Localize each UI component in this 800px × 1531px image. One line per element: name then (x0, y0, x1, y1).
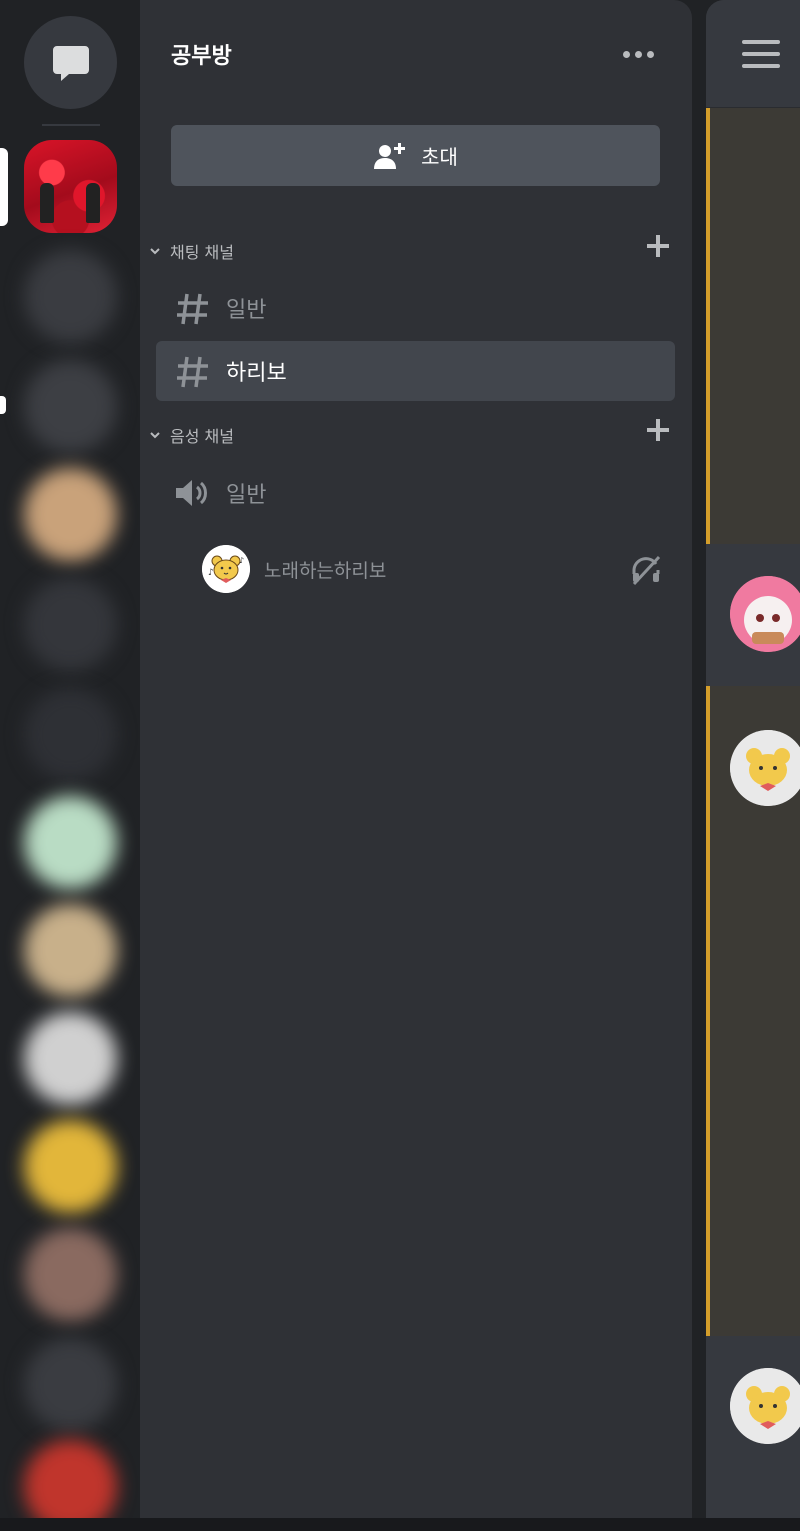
server-icon[interactable] (24, 468, 117, 561)
channel-label: 일반 (226, 483, 267, 508)
channel-item-voice[interactable]: 일반 (156, 463, 675, 523)
speaker-icon (176, 480, 207, 506)
channel-item-text[interactable]: 일반 (156, 278, 675, 338)
chat-header (706, 0, 800, 108)
user-avatar[interactable] (730, 576, 800, 652)
more-options-button[interactable] (618, 40, 658, 68)
unread-server-indicator (0, 396, 6, 414)
server-icon[interactable] (24, 688, 117, 781)
plus-icon[interactable] (644, 232, 672, 260)
bear-avatar[interactable] (730, 730, 800, 806)
category-voice-channels[interactable]: 음성 채널 (148, 420, 234, 450)
server-icon-active[interactable] (24, 140, 117, 233)
voice-user-name: 노래하는하리보 (264, 559, 387, 582)
hamburger-icon[interactable] (742, 40, 780, 70)
server-icon[interactable] (24, 1012, 117, 1105)
rail-divider (42, 124, 100, 126)
server-name[interactable]: 공부방 (171, 38, 232, 70)
plus-icon[interactable] (644, 416, 672, 444)
chevron-down-icon (150, 432, 160, 439)
bear-avatar: ♪ ♪ (202, 545, 250, 593)
server-icon[interactable] (24, 360, 117, 453)
server-icon[interactable] (24, 1228, 117, 1321)
bottom-bar (0, 1518, 800, 1531)
server-icon[interactable] (24, 578, 117, 671)
channel-panel: 공부방 초대 채팅 채널 일반 하리보 음성 채널 일반 ♪ ♪ 노래하는하리보 (140, 0, 692, 1518)
chat-area (706, 0, 800, 1531)
add-user-icon (374, 142, 406, 169)
category-label: 음성 채널 (170, 427, 234, 446)
server-icon[interactable] (24, 1338, 117, 1431)
selected-server-indicator (0, 148, 8, 226)
server-photo-figure (40, 183, 54, 223)
channel-label: 하리보 (226, 361, 287, 386)
more-options-icon (622, 50, 630, 58)
invite-label: 초대 (421, 145, 458, 169)
svg-text:♪: ♪ (239, 556, 244, 565)
category-label: 채팅 채널 (170, 243, 234, 262)
server-icon[interactable] (24, 1120, 117, 1213)
deafened-icon (632, 555, 661, 586)
channel-label: 일반 (226, 298, 267, 323)
chat-bubble-icon (52, 45, 89, 81)
server-icon[interactable] (24, 904, 117, 997)
voice-user-item[interactable]: ♪ ♪ 노래하는하리보 (202, 544, 672, 594)
bear-avatar[interactable] (730, 1368, 800, 1444)
server-rail (0, 0, 140, 1531)
chevron-down-icon (150, 248, 160, 255)
svg-text:♪: ♪ (208, 568, 214, 578)
direct-messages-button[interactable] (24, 16, 117, 109)
category-text-channels[interactable]: 채팅 채널 (148, 236, 234, 266)
server-photo-figure (86, 183, 100, 223)
server-icon[interactable] (24, 250, 117, 343)
mention-highlight (706, 108, 800, 544)
hash-icon (177, 293, 208, 325)
channel-item-text-active[interactable]: 하리보 (156, 341, 675, 401)
server-icon[interactable] (24, 796, 117, 889)
invite-button[interactable]: 초대 (171, 125, 660, 186)
hash-icon (177, 356, 208, 388)
